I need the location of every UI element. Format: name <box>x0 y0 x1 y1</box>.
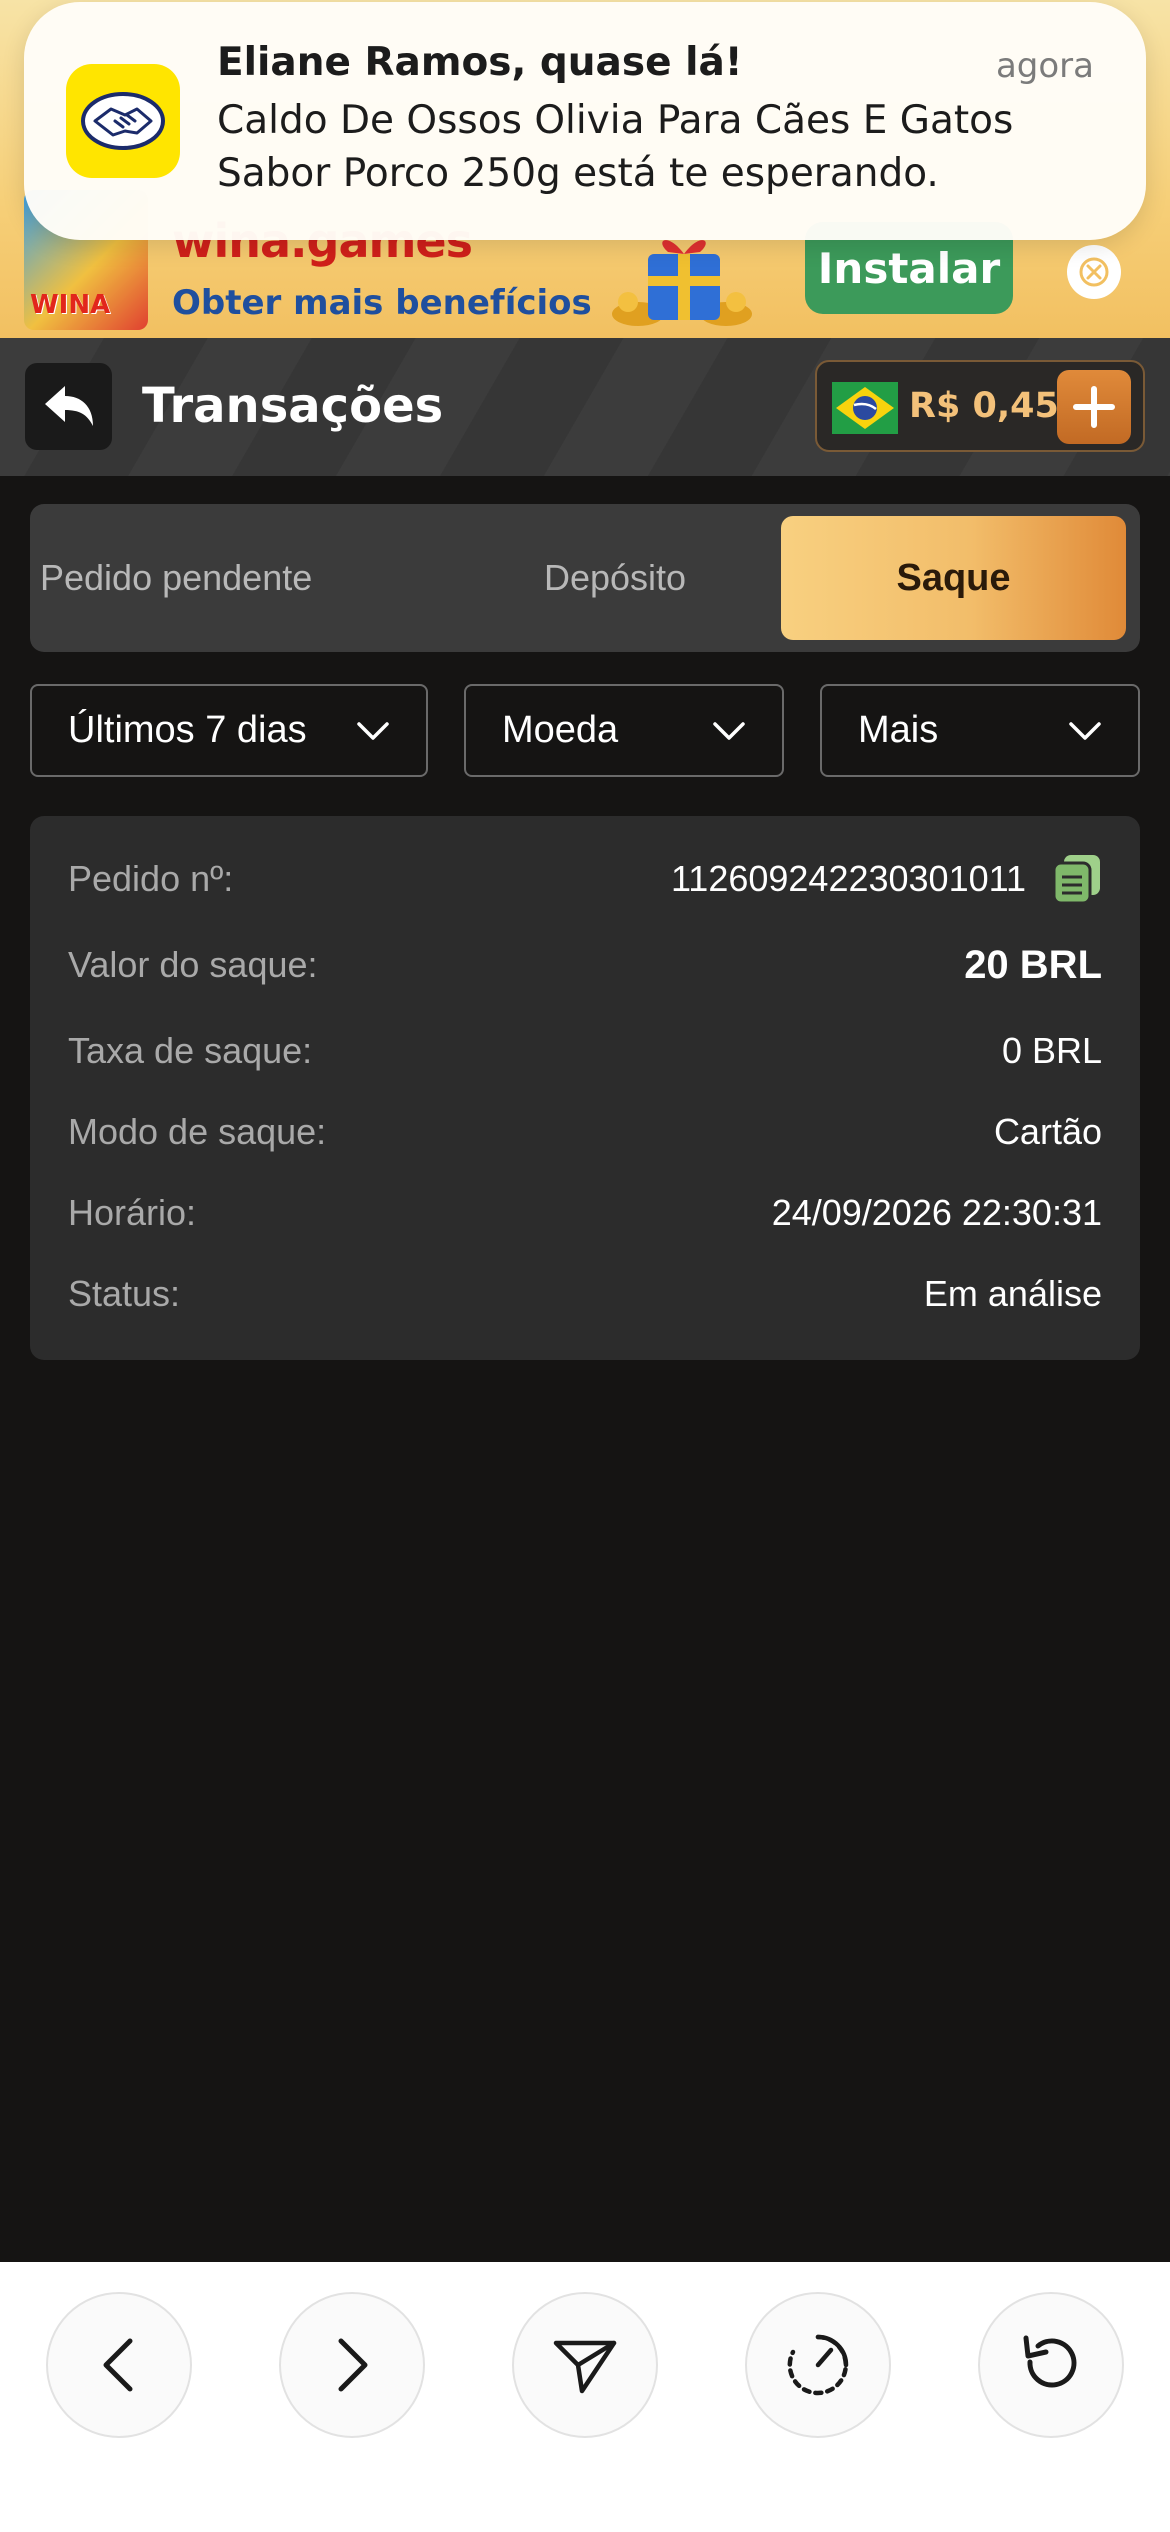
filter-currency-label: Moeda <box>502 709 619 751</box>
speed-button[interactable] <box>745 2292 891 2438</box>
tab-withdraw[interactable]: Saque <box>781 516 1126 640</box>
ad-tagline: Obter mais benefícios <box>172 283 592 323</box>
handshake-icon <box>81 92 165 150</box>
forward-icon <box>338 2338 368 2392</box>
mode-value: Cartão <box>993 1111 1102 1152</box>
nav-back-button[interactable] <box>46 2292 192 2438</box>
filter-more[interactable]: Mais <box>820 684 1140 777</box>
transaction-card: Pedido nº: 112609242230301011 Valor do s… <box>30 816 1140 1360</box>
transaction-tabs: Pedido pendente Depósito Saque <box>30 504 1140 652</box>
tab-pending-order[interactable]: Pedido pendente <box>40 504 410 652</box>
order-number: 112609242230301011 <box>670 858 1026 899</box>
chevron-down-icon <box>1069 721 1101 740</box>
time-row: Horário: 24/09/2026 22:30:31 <box>68 1183 1102 1243</box>
status-label: Status: <box>68 1273 181 1314</box>
amount-label: Valor do saque: <box>68 944 318 985</box>
chevron-down-icon <box>357 721 389 740</box>
amount-row: Valor do saque: 20 BRL <box>68 935 1102 995</box>
share-button[interactable] <box>512 2292 658 2438</box>
notification-body: Caldo De Ossos Olivia Para Cães E Gatos … <box>217 98 1014 196</box>
mode-row: Modo de saque: Cartão <box>68 1102 1102 1162</box>
brazil-flag-icon <box>832 382 898 434</box>
app-icon <box>66 64 180 178</box>
filter-more-label: Mais <box>858 709 939 751</box>
close-icon <box>1079 257 1109 287</box>
share-icon <box>553 2340 617 2394</box>
chevron-down-icon <box>713 721 745 740</box>
filter-date-range[interactable]: Últimos 7 dias <box>30 684 428 777</box>
back-arrow-icon <box>44 385 93 426</box>
order-row: Pedido nº: 112609242230301011 <box>68 849 1102 909</box>
copy-icon[interactable] <box>1052 853 1102 905</box>
filter-date-range-label: Últimos 7 dias <box>68 709 307 751</box>
browser-toolbar <box>0 2262 1170 2532</box>
speed-icon <box>787 2334 849 2396</box>
app-header: Transações R$ 0,45 <box>0 338 1170 476</box>
mode-label: Modo de saque: <box>68 1111 327 1152</box>
notification-time: agora <box>995 46 1094 86</box>
fee-value: 0 BRL <box>1001 1030 1102 1071</box>
balance-widget[interactable]: R$ 0,45 <box>815 360 1145 452</box>
fee-row: Taxa de saque: 0 BRL <box>68 1021 1102 1081</box>
reload-button[interactable] <box>978 2292 1124 2438</box>
reload-icon <box>1023 2335 1077 2388</box>
status-value: Em análise <box>923 1273 1102 1314</box>
back-icon <box>103 2338 133 2392</box>
status-row: Status: Em análise <box>68 1264 1102 1324</box>
filter-currency[interactable]: Moeda <box>464 684 784 777</box>
notification-title: Eliane Ramos, quase lá! <box>217 40 743 85</box>
order-label: Pedido nº: <box>68 858 234 899</box>
page-title: Transações <box>142 378 444 434</box>
fee-label: Taxa de saque: <box>68 1030 313 1071</box>
balance-value: R$ 0,45 <box>909 386 1059 426</box>
ad-close-button[interactable] <box>1067 245 1121 299</box>
back-button[interactable] <box>25 363 112 450</box>
nav-forward-button[interactable] <box>279 2292 425 2438</box>
time-label: Horário: <box>68 1192 197 1233</box>
ad-logo-text: WINA <box>30 290 111 320</box>
push-notification[interactable]: Eliane Ramos, quase lá! agora Caldo De O… <box>24 2 1146 240</box>
time-value: 24/09/2026 22:30:31 <box>771 1192 1102 1233</box>
amount-value: 20 BRL <box>964 942 1102 987</box>
plus-icon <box>1073 386 1115 428</box>
tab-deposit[interactable]: Depósito <box>420 504 810 652</box>
deposit-plus-button[interactable] <box>1057 370 1131 444</box>
